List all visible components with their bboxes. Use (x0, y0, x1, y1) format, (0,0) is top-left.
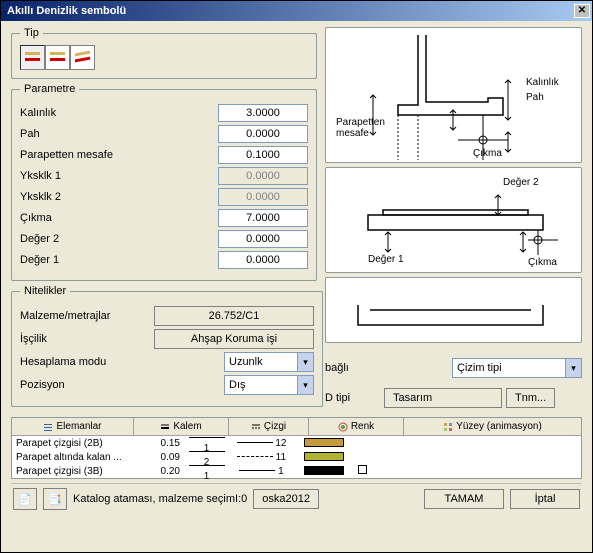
cell-renk (294, 438, 354, 449)
tip-option-1[interactable] (20, 45, 45, 70)
tip-group: Tip (11, 27, 317, 79)
pozisyon-dropdown[interactable]: Dış (224, 375, 314, 395)
param-label: Değer 1 (20, 254, 218, 266)
tip-option-2[interactable] (45, 45, 70, 70)
col-renk[interactable]: Renk (309, 418, 404, 435)
col-yuzey[interactable]: Yüzey (animasyon) (404, 418, 581, 435)
cell-cizgi: 12 (229, 438, 294, 449)
diagram-2: Değer 2 Değer 1 Çıkma (325, 167, 582, 273)
cell-name: Parapet çizgisi (2B) (12, 438, 134, 449)
cell-yuzey (354, 465, 581, 477)
malzeme-label: Malzeme/metrajlar (20, 310, 148, 322)
oska-button[interactable]: oska2012 (253, 489, 319, 509)
diag-label: Çıkma (473, 148, 502, 159)
nitelikler-legend: Nitelikler (20, 285, 70, 297)
table-row[interactable]: Parapet çizgisi (3B)0.20 1 1 (12, 464, 581, 478)
tip-legend: Tip (20, 27, 43, 39)
nitelikler-group: Nitelikler Malzeme/metrajlar 26.752/C1 İ… (11, 285, 323, 407)
chevron-down-icon (565, 359, 581, 377)
cell-renk (294, 452, 354, 463)
param-input-3 (218, 167, 308, 185)
elements-grid: Elemanlar Kalem Çizgi Renk Yüzey (animas… (11, 417, 582, 479)
dtipi-button[interactable]: Tasarım (384, 388, 502, 408)
param-input-6[interactable] (218, 230, 308, 248)
malzeme-button[interactable]: 26.752/C1 (154, 306, 314, 326)
diag-label: mesafe (336, 128, 369, 139)
param-input-1[interactable] (218, 125, 308, 143)
param-label: Parapetten mesafe (20, 149, 218, 161)
catalog-add-icon[interactable]: 📄 (13, 488, 37, 510)
param-label: Çıkma (20, 212, 218, 224)
param-label: Pah (20, 128, 218, 140)
pozisyon-label: Pozisyon (20, 379, 148, 391)
diagram-1: Kalınlık Pah Çıkma Parapetten mesafe (325, 27, 582, 163)
chevron-down-icon (297, 376, 313, 394)
color-icon (338, 422, 348, 432)
diag-label: Değer 1 (368, 254, 404, 265)
cell-kalem: 0.20 (134, 466, 184, 477)
cell-name: Parapet altında kalan ... (12, 452, 134, 463)
parametre-legend: Parametre (20, 83, 79, 95)
col-elemanlar[interactable]: Elemanlar (12, 418, 134, 435)
param-input-2[interactable] (218, 146, 308, 164)
tnm-button[interactable]: Tnm... (506, 388, 555, 408)
cancel-button[interactable]: İptal (510, 489, 580, 509)
cell-name: Parapet çizgisi (3B) (12, 466, 134, 477)
cell-cizgi: 11 (229, 452, 294, 463)
diag-label: Kalınlık (526, 77, 560, 88)
hesap-dropdown[interactable]: Uzunlk (224, 352, 314, 372)
dtipi-label: D tipi (325, 392, 380, 404)
iscilik-button[interactable]: Ahşap Koruma işi (154, 329, 314, 349)
param-input-7[interactable] (218, 251, 308, 269)
diag-label: Değer 2 (503, 177, 539, 188)
bagli-dropdown[interactable]: Çizim tipi (452, 358, 582, 378)
grid-icon (443, 422, 453, 432)
param-label: Yksklk 2 (20, 191, 218, 203)
list-icon (43, 422, 53, 432)
diag-label: Parapetten (336, 117, 385, 128)
bagli-label: bağlı (325, 362, 380, 374)
ok-button[interactable]: TAMAM (424, 489, 504, 509)
cell-renk (294, 466, 354, 477)
table-row[interactable]: Parapet çizgisi (2B)0.15 1 12 (12, 436, 581, 450)
cell-kalem: 0.09 (134, 452, 184, 463)
diag-label: Çıkma (528, 257, 557, 268)
lines-icon (160, 422, 170, 432)
cell-kk: 1 (184, 460, 229, 482)
parametre-group: Parametre Kalınlık Pah Parapetten mesafe Yk… (11, 83, 317, 281)
param-input-0[interactable] (218, 104, 308, 122)
chevron-down-icon (297, 353, 313, 371)
window-title: Akıllı Denizlik sembolü (7, 5, 126, 17)
cell-cizgi: 1 (229, 466, 294, 477)
col-cizgi[interactable]: Çizgi (229, 418, 309, 435)
tip-option-3[interactable] (70, 45, 95, 70)
diagram-3 (325, 277, 582, 343)
param-input-5[interactable] (218, 209, 308, 227)
hesap-label: Hesaplama modu (20, 356, 148, 368)
katalog-status: Katalog ataması, malzeme seçimI:0 (73, 493, 247, 505)
param-label: Kalınlık (20, 107, 218, 119)
param-label: Yksklk 1 (20, 170, 218, 182)
catalog-apply-icon[interactable]: 📑 (43, 488, 67, 510)
diag-label: Pah (526, 92, 544, 103)
stroke-icon (251, 422, 261, 432)
close-icon[interactable]: ✕ (574, 4, 590, 18)
table-row[interactable]: Parapet altında kalan ...0.09 2 11 (12, 450, 581, 464)
cell-kalem: 0.15 (134, 438, 184, 449)
iscilik-label: İşçilik (20, 333, 148, 345)
param-label: Değer 2 (20, 233, 218, 245)
param-input-4 (218, 188, 308, 206)
